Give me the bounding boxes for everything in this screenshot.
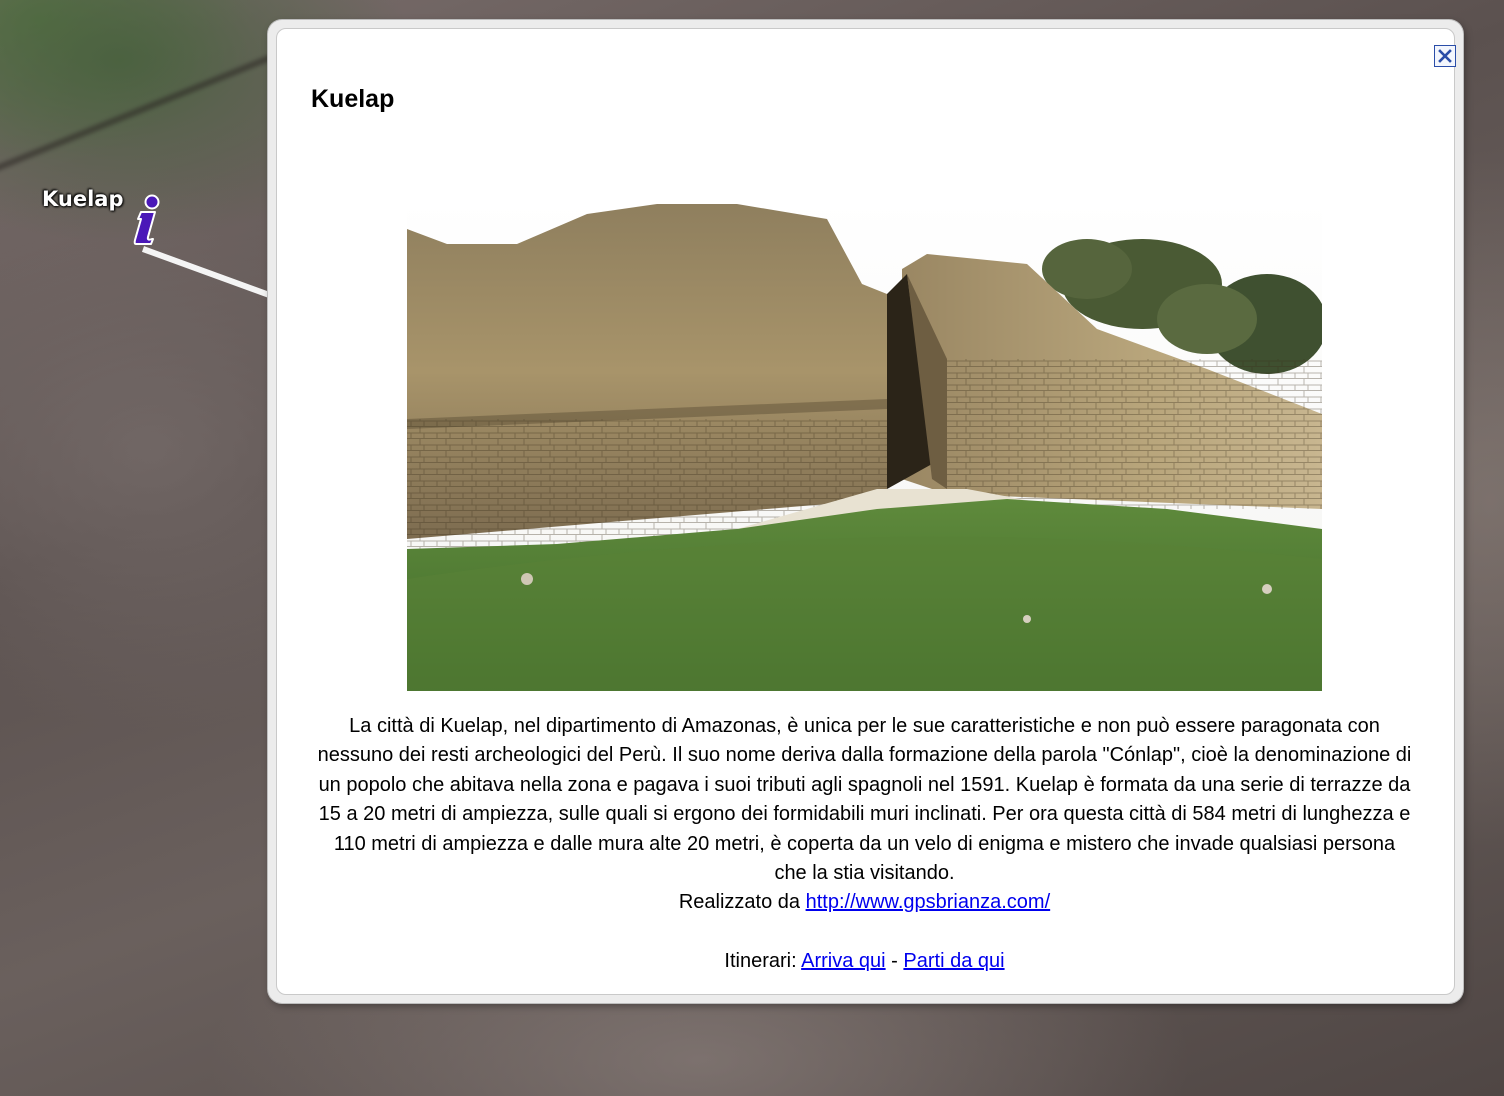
info-icon[interactable] (128, 192, 164, 246)
credit-link[interactable]: http://www.gpsbrianza.com/ (806, 891, 1051, 913)
description-text: La città di Kuelap, nel dipartimento di … (317, 715, 1412, 885)
balloon-content: Kuelap La città di Kuelap, nel dipartime… (276, 28, 1456, 995)
kuelap-photo (407, 199, 1322, 691)
itinerary-separator: - (891, 950, 898, 972)
arrive-here-link[interactable]: Arriva qui (801, 950, 885, 972)
balloon-description: La città di Kuelap, nel dipartimento di … (317, 712, 1412, 918)
depart-from-here-link[interactable]: Parti da qui (903, 950, 1004, 972)
credit-prefix: Realizzato da (678, 891, 801, 914)
placemark-label[interactable]: Kuelap (42, 187, 124, 211)
itinerary-label: Itinerari: (724, 950, 797, 972)
info-balloon: Kuelap La città di Kuelap, nel dipartime… (268, 20, 1463, 1003)
close-icon[interactable] (1434, 45, 1456, 67)
itinerary-row: Itinerari: Arriva qui - Parti da qui (317, 947, 1412, 976)
balloon-title: Kuelap (311, 85, 395, 113)
